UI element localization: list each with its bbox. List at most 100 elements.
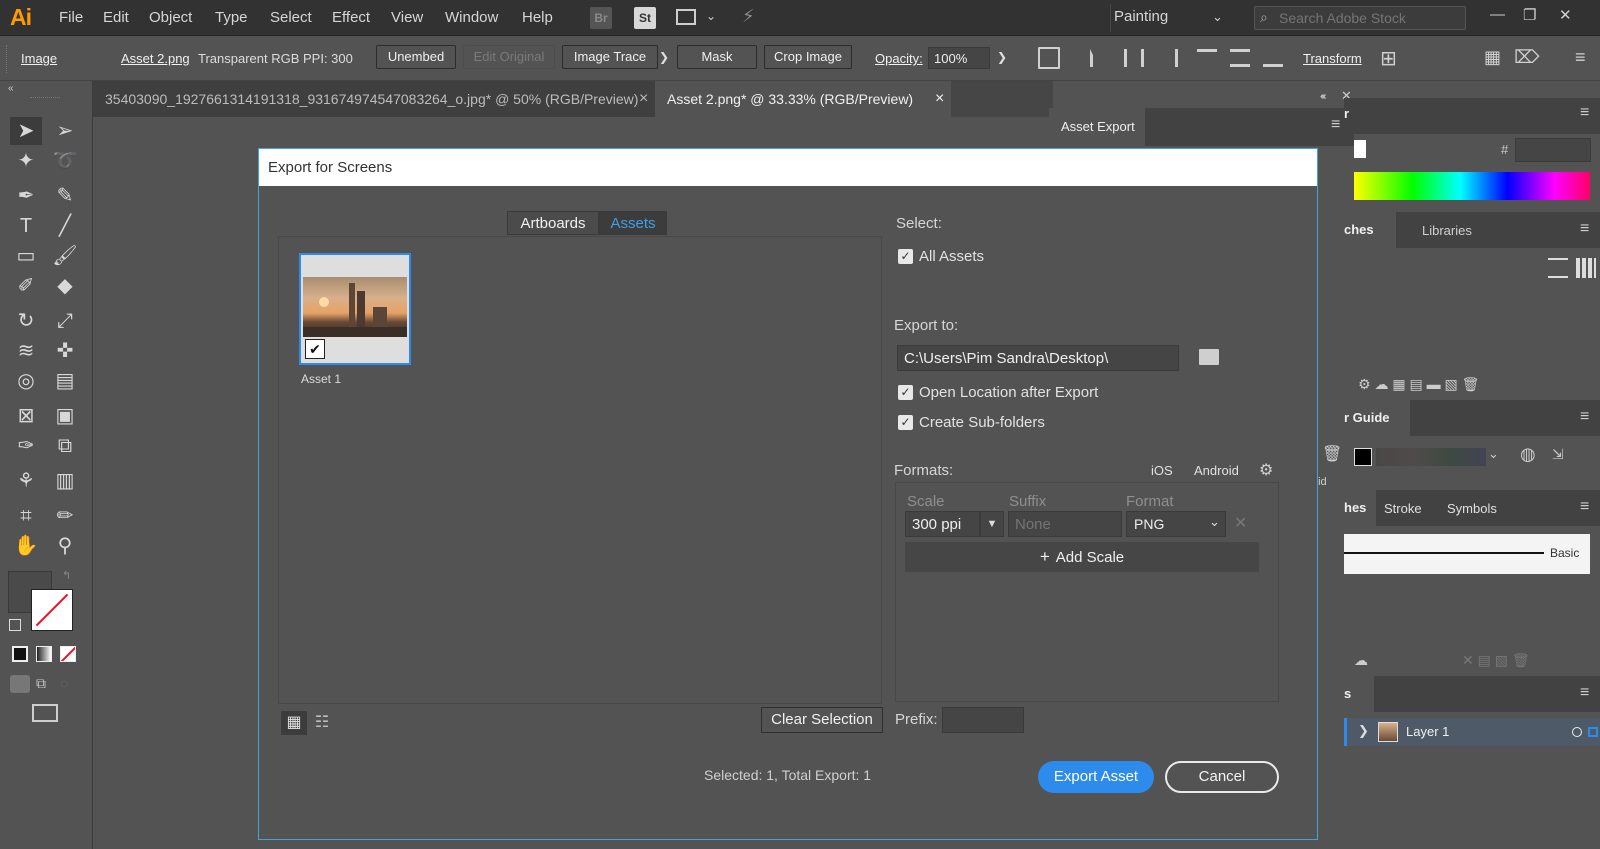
blend-tool-icon[interactable]: ⧉ — [49, 432, 81, 460]
asset-thumbnail[interactable]: ✔ — [299, 253, 411, 365]
symbol-sprayer-tool-icon[interactable]: ⚘ — [10, 467, 42, 495]
trash-icon[interactable]: 🗑 — [1322, 444, 1342, 464]
hand-tool-icon[interactable]: ✋ — [10, 532, 42, 560]
rotate-tool-icon[interactable]: ↻ — [10, 307, 42, 335]
menu-file[interactable]: File — [59, 9, 83, 26]
file-name-link[interactable]: Asset 2.png — [121, 51, 190, 66]
shape-builder-tool-icon[interactable]: ◎ — [10, 367, 42, 395]
asset-export-tab[interactable]: Asset Export — [1049, 108, 1145, 146]
puppet-warp-tool-icon[interactable]: ✜ — [49, 337, 81, 365]
doc-tab-photo[interactable]: 35403090_1927661314191318_93167497454708… — [93, 81, 655, 117]
export-path-input[interactable] — [897, 345, 1179, 371]
eyedropper-tool-icon[interactable]: ✑ — [10, 432, 42, 460]
selection-indicator[interactable] — [1588, 727, 1598, 737]
warp-tool-icon[interactable]: ≋ — [10, 337, 42, 365]
align-middle-icon[interactable] — [1230, 49, 1250, 67]
unembed-button[interactable]: Unembed — [376, 45, 456, 69]
type-tool-icon[interactable]: T — [10, 212, 42, 240]
opacity-label[interactable]: Opacity: — [875, 51, 923, 66]
add-scale-button[interactable]: + Add Scale — [905, 542, 1259, 572]
image-trace-button[interactable]: Image Trace — [562, 45, 658, 69]
panel-menu-icon[interactable]: ≡ — [1331, 116, 1340, 134]
draw-behind-icon[interactable]: ⧉ — [36, 675, 54, 693]
libraries-tab[interactable]: Libraries — [1422, 223, 1472, 238]
expand-layer-icon[interactable]: ❯ — [1358, 723, 1369, 739]
color-guide-tab[interactable]: r Guide — [1344, 400, 1410, 436]
grip[interactable] — [30, 97, 60, 100]
bridge-button[interactable]: Br — [590, 7, 612, 29]
all-assets-label[interactable]: All Assets — [919, 248, 984, 265]
column-graph-tool-icon[interactable]: ▥ — [49, 467, 81, 495]
default-colors-icon[interactable] — [9, 619, 21, 631]
doc-tab-asset[interactable]: Asset 2.png* @ 33.33% (RGB/Preview) × — [655, 81, 951, 117]
slice-tool-icon[interactable]: ✏ — [49, 502, 81, 530]
draw-inside-icon[interactable]: ◌ — [60, 675, 78, 693]
gear-icon[interactable]: ⚙ — [1259, 460, 1273, 480]
layer-row[interactable]: ❯ Layer 1 — [1344, 718, 1600, 746]
scale-dropdown-icon[interactable]: ▼ — [980, 511, 1004, 537]
grip[interactable] — [6, 45, 9, 73]
align-right-icon[interactable] — [1158, 49, 1178, 67]
none-mode-button[interactable] — [60, 646, 76, 662]
app-logo[interactable]: Ai — [10, 4, 32, 31]
asset-checkbox[interactable]: ✔ — [305, 339, 325, 359]
crop-image-button[interactable]: Crop Image — [764, 45, 852, 69]
panel-menu-icon[interactable]: ≡ — [1580, 498, 1589, 516]
opacity-arrow-icon[interactable]: ❯ — [997, 50, 1007, 64]
brush-basic-row[interactable]: Basic — [1344, 534, 1590, 574]
workspace-switcher[interactable]: Painting — [1114, 8, 1168, 25]
collapse-icon[interactable]: « — [8, 83, 14, 94]
open-location-label[interactable]: Open Location after Export — [919, 384, 1098, 401]
line-tool-icon[interactable]: ╱ — [49, 212, 81, 240]
base-color-swatch[interactable] — [1354, 448, 1372, 466]
zoom-tool-icon[interactable]: ⚲ — [49, 532, 81, 560]
collapse-icon[interactable]: « — [1320, 91, 1326, 102]
stock-search[interactable]: ⌕ — [1254, 6, 1466, 30]
align-bottom-icon[interactable] — [1263, 49, 1283, 67]
ios-preset-link[interactable]: iOS — [1151, 463, 1173, 478]
magic-wand-tool-icon[interactable]: ✦ — [10, 147, 42, 175]
swatch-library-icon[interactable]: ⚙ ☁ ▦ ▤ ▬ ▧ 🗑 — [1358, 376, 1479, 393]
shaper-tool-icon[interactable]: ✐ — [10, 272, 42, 300]
gradient-mode-button[interactable] — [36, 646, 52, 662]
panel-menu-icon[interactable]: ≡ — [1580, 104, 1589, 122]
draw-normal-icon[interactable] — [10, 675, 30, 693]
target-icon[interactable] — [1572, 727, 1582, 737]
stroke-tab[interactable]: Stroke — [1384, 501, 1422, 516]
opacity-input[interactable] — [928, 47, 990, 69]
format-select[interactable]: PNG ⌄ — [1126, 511, 1226, 537]
asset-name[interactable]: Asset 1 — [301, 372, 341, 386]
tab-assets[interactable]: Assets — [599, 211, 667, 235]
grid-view-icon[interactable]: ▦ — [281, 711, 307, 735]
align-center-icon[interactable] — [1124, 49, 1144, 67]
export-asset-button[interactable]: Export Asset — [1038, 761, 1154, 793]
direct-selection-tool-icon[interactable]: ➢ — [49, 117, 81, 145]
hex-input[interactable] — [1515, 138, 1591, 162]
perspective-grid-tool-icon[interactable]: ▤ — [49, 367, 81, 395]
change-screen-mode-icon[interactable] — [32, 704, 58, 722]
transform-link[interactable]: Transform — [1303, 51, 1362, 66]
android-preset-link[interactable]: Android — [1194, 463, 1239, 478]
arrange-icon[interactable]: ▦ — [1484, 47, 1501, 68]
recolor-artwork-icon[interactable] — [1038, 47, 1060, 69]
close-icon[interactable]: × — [935, 81, 944, 117]
menu-window[interactable]: Window — [445, 9, 498, 26]
grid-view-icon[interactable] — [1576, 258, 1596, 278]
align-left-icon[interactable] — [1090, 49, 1110, 67]
close-window-button[interactable]: ✕ — [1559, 6, 1572, 24]
stock-search-input[interactable] — [1279, 9, 1463, 27]
paintbrush-tool-icon[interactable]: 🖌 — [49, 242, 81, 270]
isolate-icon[interactable]: ⊞ — [1380, 46, 1397, 71]
clear-selection-button[interactable]: Clear Selection — [761, 707, 883, 733]
all-assets-checkbox[interactable]: ✓ — [898, 249, 913, 264]
create-subfolders-checkbox[interactable]: ✓ — [898, 415, 913, 430]
brush-library-icon[interactable]: ☁ — [1354, 652, 1368, 669]
open-location-checkbox[interactable]: ✓ — [898, 385, 913, 400]
color-tab[interactable]: r — [1344, 106, 1349, 121]
harmony-chevron-icon[interactable]: ⌄ — [1488, 446, 1499, 462]
arrange-documents-icon[interactable] — [676, 9, 696, 25]
layer-name[interactable]: Layer 1 — [1406, 724, 1449, 739]
layers-tab[interactable]: s — [1344, 676, 1374, 712]
menu-edit[interactable]: Edit — [103, 9, 129, 26]
gradient-tool-icon[interactable]: ▣ — [49, 402, 81, 430]
